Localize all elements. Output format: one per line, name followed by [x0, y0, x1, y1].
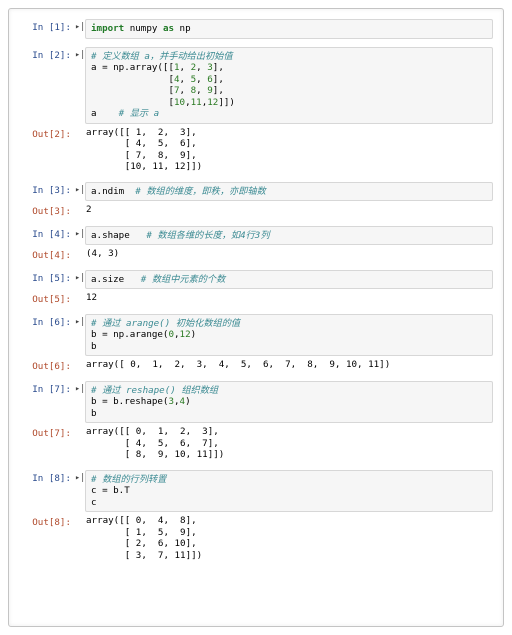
code-input[interactable]: # 数组的行列转置 c = b.T c: [85, 470, 493, 513]
in-prompt: In [5]:: [17, 270, 75, 285]
code: a.shape # 数组各维的长度，如4行3列: [91, 230, 487, 242]
in-prompt: In [1]:: [17, 19, 75, 34]
out-prompt: Out[7]:: [17, 425, 75, 440]
code: # 定义数组 a，并手动给出初始值 a = np.array([[1, 2, 3…: [91, 51, 487, 120]
cell-out-8: Out[8]: array([[ 0, 4, 8], [ 1, 5, 9], […: [17, 514, 493, 562]
output-text: array([[ 0, 4, 8], [ 1, 5, 9], [ 2, 6, 1…: [86, 515, 488, 561]
code-input[interactable]: import numpy as np: [85, 19, 493, 39]
output-text: array([ 0, 1, 2, 3, 4, 5, 6, 7, 8, 9, 10…: [86, 359, 488, 371]
out-spacer: [75, 203, 85, 206]
cell-in-5[interactable]: In [5]: ▸| a.size # 数组中元素的个数: [17, 270, 493, 290]
cell-in-6[interactable]: In [6]: ▸| # 通过 arange() 初始化数组的值 b = np.…: [17, 314, 493, 357]
output-area: 2: [85, 203, 493, 217]
output-area: array([ 0, 1, 2, 3, 4, 5, 6, 7, 8, 9, 10…: [85, 358, 493, 372]
cell-in-1[interactable]: In [1]: ▸| import numpy as np: [17, 19, 493, 39]
output-area: (4, 3): [85, 247, 493, 261]
out-prompt: Out[8]:: [17, 514, 75, 529]
out-spacer: [75, 358, 85, 361]
cell-in-7[interactable]: In [7]: ▸| # 通过 reshape() 组织数组 b = b.res…: [17, 381, 493, 424]
output-area: array([[ 1, 2, 3], [ 4, 5, 6], [ 7, 8, 9…: [85, 126, 493, 174]
code-input[interactable]: a.ndim # 数组的维度，即秩，亦即轴数: [85, 182, 493, 202]
code-input[interactable]: a.shape # 数组各维的长度，如4行3列: [85, 226, 493, 246]
code: # 通过 arange() 初始化数组的值 b = np.arange(0,12…: [91, 318, 487, 353]
code: # 数组的行列转置 c = b.T c: [91, 474, 487, 509]
code-input[interactable]: # 通过 arange() 初始化数组的值 b = np.arange(0,12…: [85, 314, 493, 357]
code-input[interactable]: a.size # 数组中元素的个数: [85, 270, 493, 290]
code: a.size # 数组中元素的个数: [91, 274, 487, 286]
output-area: array([[ 0, 1, 2, 3], [ 4, 5, 6, 7], [ 8…: [85, 425, 493, 462]
out-spacer: [75, 291, 85, 294]
in-prompt: In [8]:: [17, 470, 75, 485]
run-icon[interactable]: ▸|: [75, 47, 85, 61]
out-spacer: [75, 514, 85, 517]
run-icon[interactable]: ▸|: [75, 182, 85, 196]
code: # 通过 reshape() 组织数组 b = b.reshape(3,4) b: [91, 385, 487, 420]
cell-out-6: Out[6]: array([ 0, 1, 2, 3, 4, 5, 6, 7, …: [17, 358, 493, 373]
cell-out-2: Out[2]: array([[ 1, 2, 3], [ 4, 5, 6], […: [17, 126, 493, 174]
notebook-container: { "cells": { "c1": { "in_prompt": "In [1…: [8, 8, 504, 627]
code-input[interactable]: # 通过 reshape() 组织数组 b = b.reshape(3,4) b: [85, 381, 493, 424]
run-icon[interactable]: ▸|: [75, 270, 85, 284]
cell-out-3: Out[3]: 2: [17, 203, 493, 218]
cell-in-4[interactable]: In [4]: ▸| a.shape # 数组各维的长度，如4行3列: [17, 226, 493, 246]
out-spacer: [75, 126, 85, 129]
in-prompt: In [3]:: [17, 182, 75, 197]
out-spacer: [75, 425, 85, 428]
code: import numpy as np: [91, 23, 487, 35]
run-icon[interactable]: ▸|: [75, 226, 85, 240]
cell-out-7: Out[7]: array([[ 0, 1, 2, 3], [ 4, 5, 6,…: [17, 425, 493, 462]
out-prompt: Out[4]:: [17, 247, 75, 262]
output-text: array([[ 0, 1, 2, 3], [ 4, 5, 6, 7], [ 8…: [86, 426, 488, 461]
in-prompt: In [7]:: [17, 381, 75, 396]
in-prompt: In [2]:: [17, 47, 75, 62]
out-spacer: [75, 247, 85, 250]
output-area: array([[ 0, 4, 8], [ 1, 5, 9], [ 2, 6, 1…: [85, 514, 493, 562]
output-text: 12: [86, 292, 488, 304]
run-icon[interactable]: ▸|: [75, 470, 85, 484]
code-input[interactable]: # 定义数组 a，并手动给出初始值 a = np.array([[1, 2, 3…: [85, 47, 493, 124]
cell-in-2[interactable]: In [2]: ▸| # 定义数组 a，并手动给出初始值 a = np.arra…: [17, 47, 493, 124]
run-icon[interactable]: ▸|: [75, 19, 85, 33]
output-area: 12: [85, 291, 493, 305]
out-prompt: Out[3]:: [17, 203, 75, 218]
in-prompt: In [4]:: [17, 226, 75, 241]
cell-out-5: Out[5]: 12: [17, 291, 493, 306]
cell-in-3[interactable]: In [3]: ▸| a.ndim # 数组的维度，即秩，亦即轴数: [17, 182, 493, 202]
cell-out-4: Out[4]: (4, 3): [17, 247, 493, 262]
output-text: 2: [86, 204, 488, 216]
code: a.ndim # 数组的维度，即秩，亦即轴数: [91, 186, 487, 198]
out-prompt: Out[2]:: [17, 126, 75, 141]
output-text: (4, 3): [86, 248, 488, 260]
output-text: array([[ 1, 2, 3], [ 4, 5, 6], [ 7, 8, 9…: [86, 127, 488, 173]
run-icon[interactable]: ▸|: [75, 314, 85, 328]
run-icon[interactable]: ▸|: [75, 381, 85, 395]
out-prompt: Out[5]:: [17, 291, 75, 306]
cell-in-8[interactable]: In [8]: ▸| # 数组的行列转置 c = b.T c: [17, 470, 493, 513]
in-prompt: In [6]:: [17, 314, 75, 329]
out-prompt: Out[6]:: [17, 358, 75, 373]
